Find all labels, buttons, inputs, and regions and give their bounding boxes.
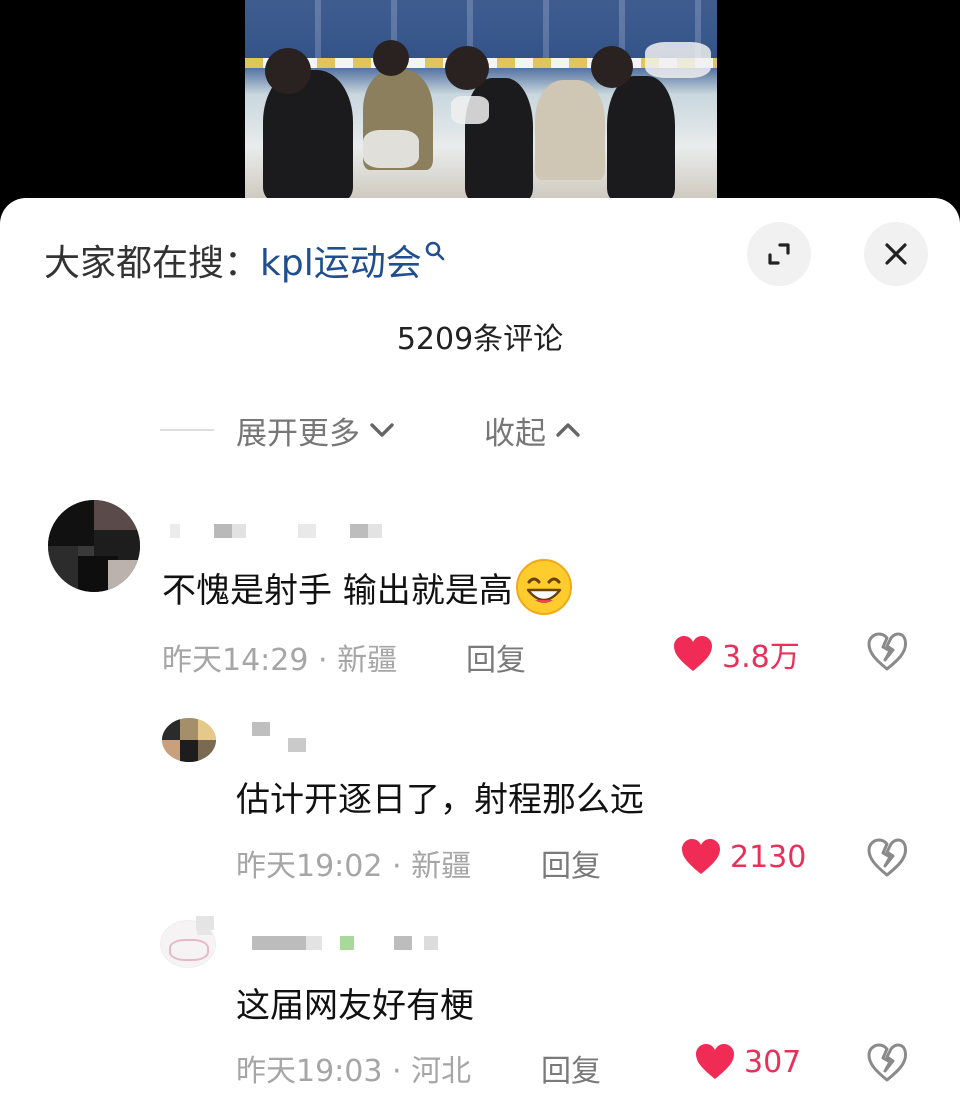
broken-heart-icon[interactable] <box>866 632 908 672</box>
reply-button[interactable]: 回复 <box>466 635 526 679</box>
meta-separator: · <box>382 849 412 884</box>
video-cloth <box>451 96 489 124</box>
like-button[interactable]: 3.8万 <box>672 632 800 676</box>
comment-time: 昨天14:29 <box>162 643 309 678</box>
comment-meta: 昨天14:29 · 新疆 <box>162 635 397 679</box>
grin-emoji-icon <box>515 559 572 615</box>
video-figure <box>607 76 675 200</box>
video-preview[interactable] <box>245 0 717 210</box>
video-figure <box>535 80 605 180</box>
divider <box>160 429 214 431</box>
avatar[interactable] <box>48 500 140 592</box>
close-icon <box>885 243 907 265</box>
username-masked-part <box>288 738 306 752</box>
comment-sheet: 大家都在搜： kpl运动会 5209条评论 展开更多 收起 不愧是射手 输出就是… <box>0 198 960 1096</box>
meta-separator: · <box>382 1054 412 1089</box>
comment-text-content: 估计开逐日了，射程那么远 <box>236 780 644 820</box>
comment-location: 新疆 <box>337 643 398 678</box>
comment-meta: 昨天19:02 · 新疆 <box>236 841 471 885</box>
heart-icon <box>696 1044 734 1079</box>
comment-text-content: 这届网友好有梗 <box>236 986 474 1026</box>
comment-text: 估计开逐日了，射程那么远 <box>236 772 644 821</box>
avatar[interactable] <box>162 718 216 762</box>
like-button[interactable]: 2130 <box>680 838 806 876</box>
reply-button[interactable]: 回复 <box>541 841 601 885</box>
collapse-button[interactable]: 收起 <box>484 408 582 453</box>
username-masked-part <box>196 916 214 930</box>
expand-more-button[interactable]: 展开更多 <box>236 408 396 453</box>
heart-icon <box>682 839 720 874</box>
comment-text: 这届网友好有梗 <box>236 978 474 1027</box>
reply-button[interactable]: 回复 <box>541 1046 601 1090</box>
username-masked[interactable] <box>252 936 438 950</box>
chevron-down-icon <box>370 423 394 437</box>
search-suggestion-label: 大家都在搜： <box>44 243 261 284</box>
close-button[interactable] <box>864 222 928 286</box>
thread-controls: 展开更多 收起 <box>160 408 582 453</box>
expand-more-label: 展开更多 <box>236 415 360 452</box>
broken-heart-icon[interactable] <box>866 838 908 878</box>
like-count: 307 <box>744 1044 802 1080</box>
like-count: 3.8万 <box>722 640 800 675</box>
like-button[interactable]: 307 <box>694 1043 801 1081</box>
comment-time: 昨天19:02 <box>236 849 383 884</box>
video-figure-head <box>265 48 311 94</box>
broken-heart-icon[interactable] <box>866 1043 908 1083</box>
video-figure-head <box>591 46 633 88</box>
username-masked[interactable] <box>252 722 270 736</box>
chevron-up-icon <box>556 423 580 437</box>
comment-time: 昨天19:03 <box>236 1054 383 1089</box>
search-icon <box>425 241 445 261</box>
search-suggestion[interactable]: 大家都在搜： kpl运动会 <box>44 234 446 286</box>
video-figure-head <box>445 46 489 90</box>
comment-text-content: 不愧是射手 输出就是高 <box>162 570 513 611</box>
video-cloth <box>363 130 419 168</box>
meta-separator: · <box>308 643 338 678</box>
expand-button[interactable] <box>747 222 811 286</box>
comment-meta: 昨天19:03 · 河北 <box>236 1046 471 1090</box>
video-figure-head <box>373 40 409 76</box>
comment-location: 新疆 <box>411 849 472 884</box>
heart-icon <box>674 636 712 671</box>
username-masked[interactable] <box>170 524 382 538</box>
comment-location: 河北 <box>411 1054 472 1089</box>
search-suggestion-keyword[interactable]: kpl运动会 <box>260 234 422 286</box>
collapse-label: 收起 <box>484 415 546 452</box>
like-count: 2130 <box>730 839 807 875</box>
video-cloth <box>645 42 711 78</box>
comment-text: 不愧是射手 输出就是高 <box>162 558 573 616</box>
expand-icon <box>768 243 790 265</box>
comment-count: 5209条评论 <box>396 322 564 357</box>
